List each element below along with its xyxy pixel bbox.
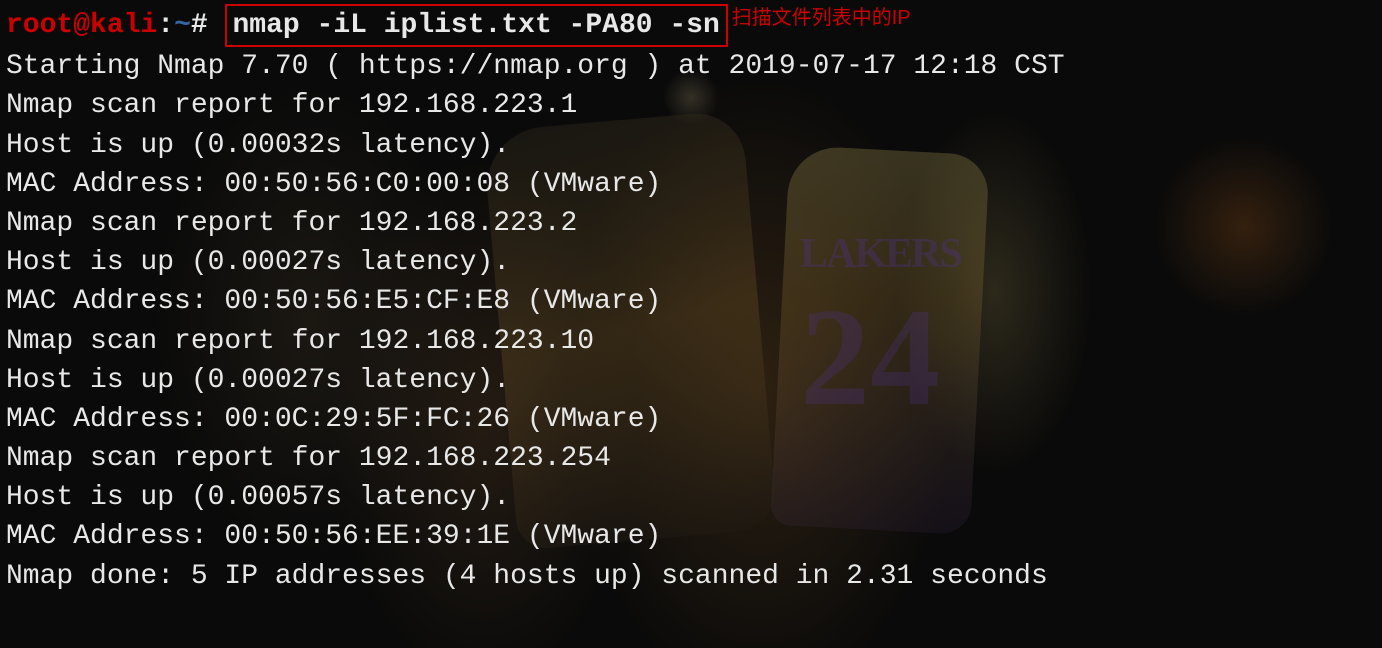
output-line: Host is up (0.00032s latency).	[6, 126, 1376, 165]
output-line: Starting Nmap 7.70 ( https://nmap.org ) …	[6, 47, 1376, 86]
output-line: Nmap scan report for 192.168.223.254	[6, 439, 1376, 478]
output-line: MAC Address: 00:50:56:E5:CF:E8 (VMware)	[6, 282, 1376, 321]
output-line: Host is up (0.00057s latency).	[6, 478, 1376, 517]
annotation-label: 扫描文件列表中的IP	[732, 7, 911, 29]
prompt-user: root	[6, 10, 73, 41]
output-line: Nmap done: 5 IP addresses (4 hosts up) s…	[6, 557, 1376, 596]
terminal[interactable]: root@kali:~# nmap -iL iplist.txt -PA80 -…	[0, 0, 1382, 600]
prompt-sep: :	[157, 10, 174, 41]
prompt-at: @	[73, 10, 90, 41]
prompt-path: ~	[174, 10, 191, 41]
output-line: MAC Address: 00:50:56:EE:39:1E (VMware)	[6, 517, 1376, 556]
prompt-line: root@kali:~# nmap -iL iplist.txt -PA80 -…	[6, 4, 1376, 47]
output-line: Host is up (0.00027s latency).	[6, 361, 1376, 400]
prompt-host: kali	[90, 10, 157, 41]
output-line: MAC Address: 00:0C:29:5F:FC:26 (VMware)	[6, 400, 1376, 439]
prompt-hash: #	[191, 10, 208, 41]
output-line: MAC Address: 00:50:56:C0:00:08 (VMware)	[6, 165, 1376, 204]
command-text[interactable]: nmap -iL iplist.txt -PA80 -sn	[233, 10, 720, 41]
output-line: Nmap scan report for 192.168.223.2	[6, 204, 1376, 243]
command-highlight-box: nmap -iL iplist.txt -PA80 -sn	[225, 4, 728, 47]
output-line: Nmap scan report for 192.168.223.10	[6, 322, 1376, 361]
output-line: Host is up (0.00027s latency).	[6, 243, 1376, 282]
output-line: Nmap scan report for 192.168.223.1	[6, 86, 1376, 125]
